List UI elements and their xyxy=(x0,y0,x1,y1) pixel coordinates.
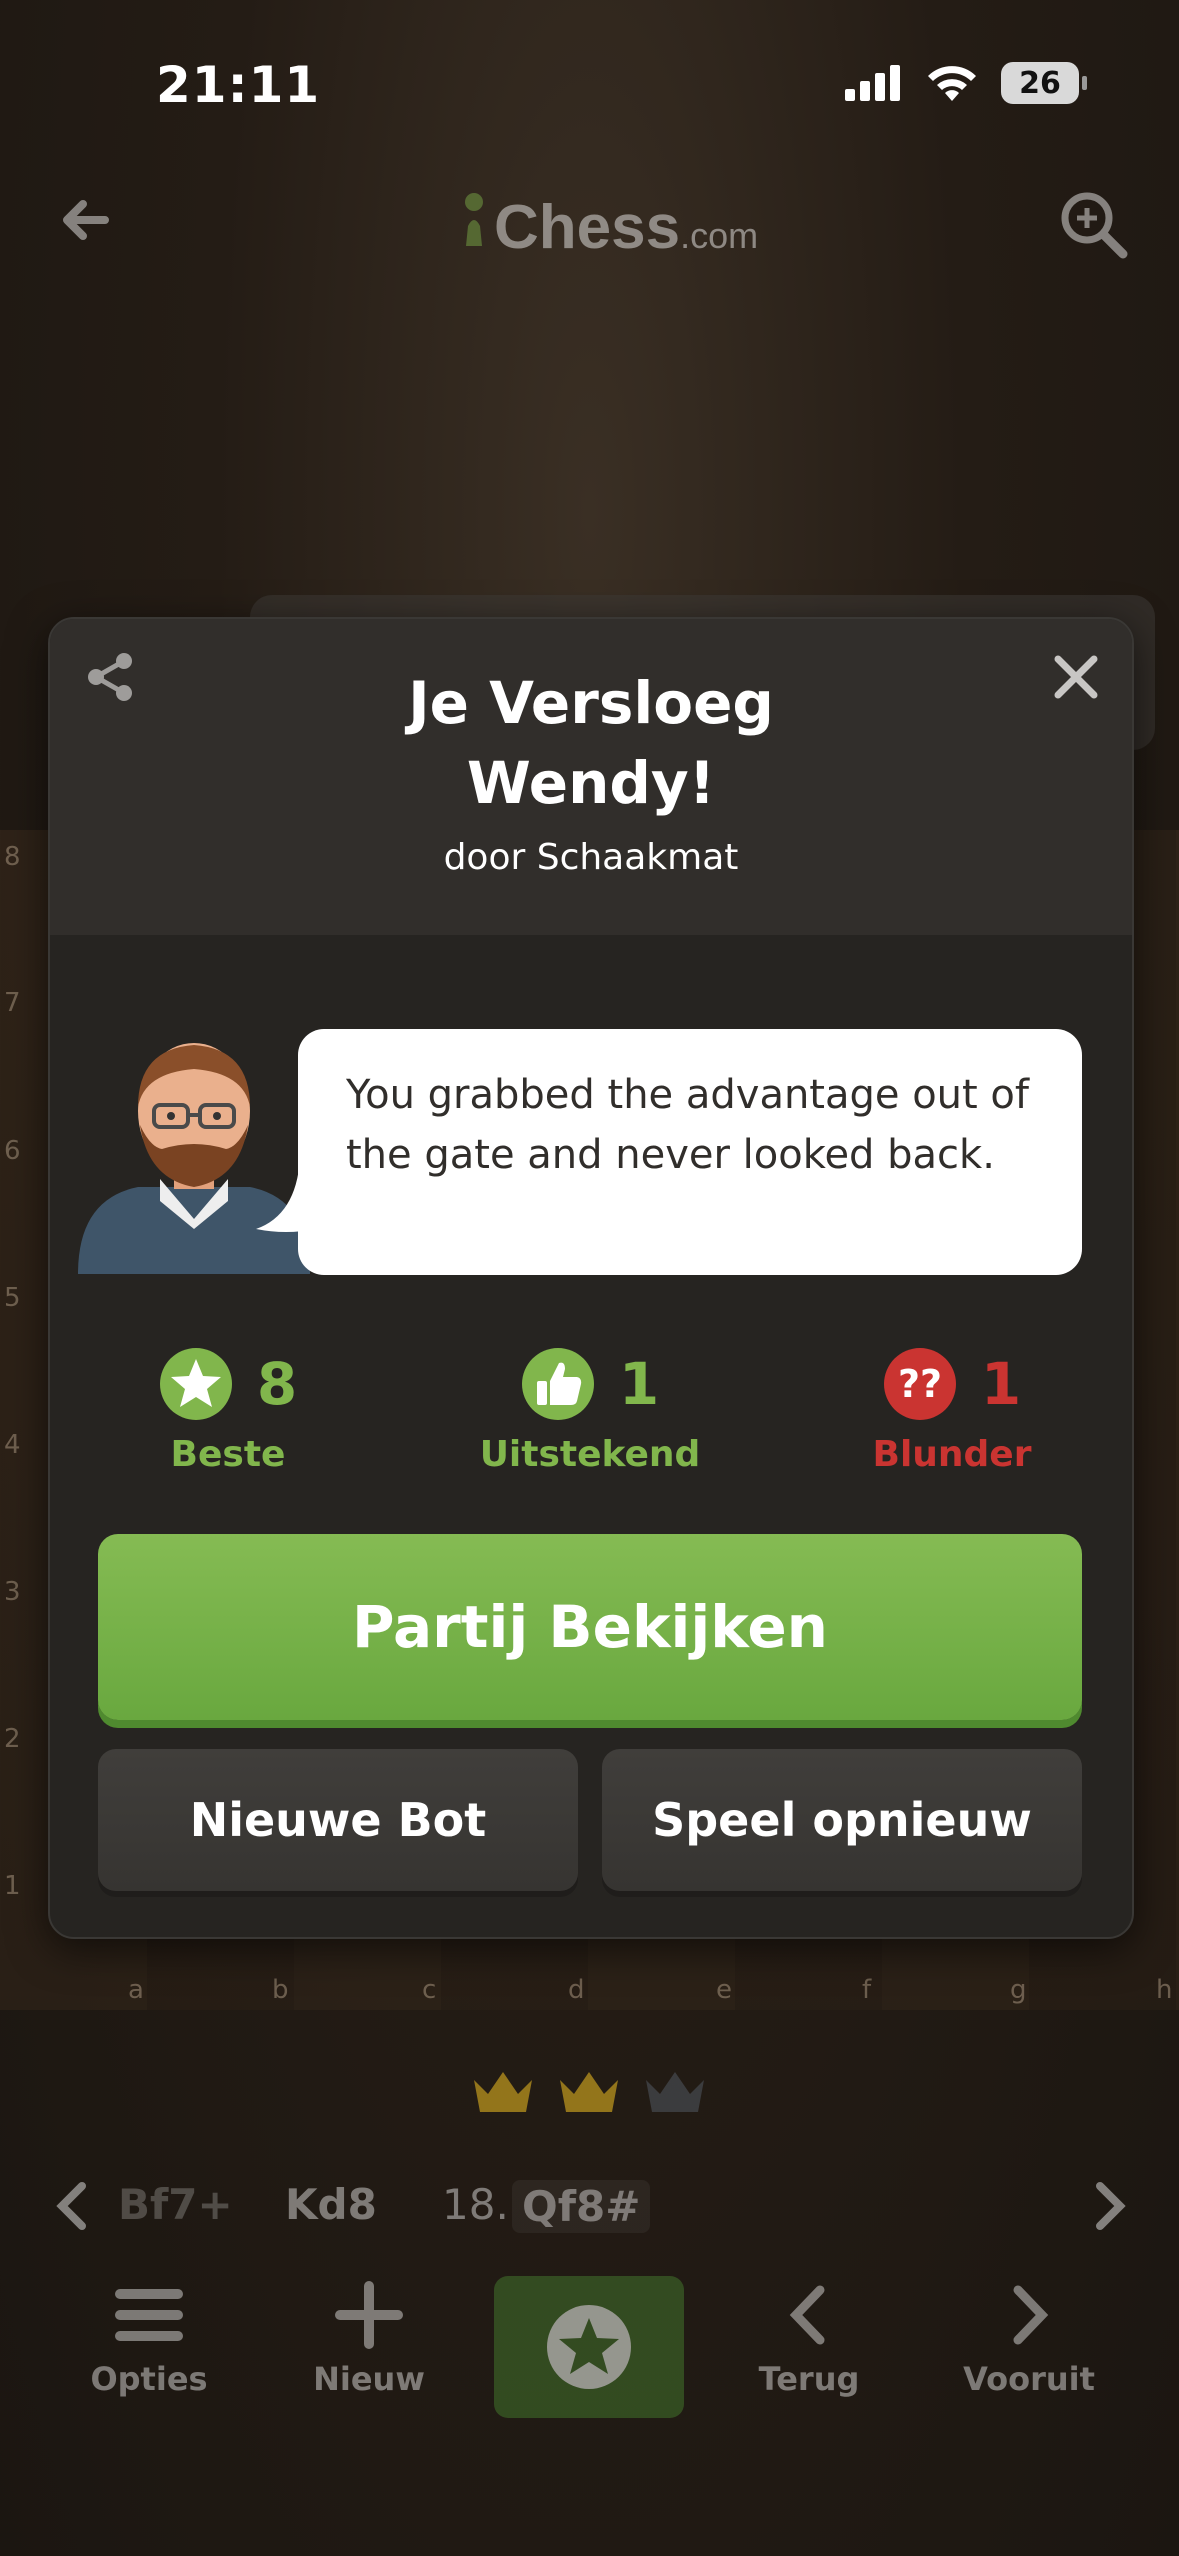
file-label: e xyxy=(716,1975,732,2005)
star-icon xyxy=(159,1348,232,1420)
stat-count: 1 xyxy=(618,1350,660,1418)
move-list: Bf7+ Kd8 18. Qf8# xyxy=(0,2160,1179,2250)
wifi-icon xyxy=(928,66,976,101)
file-label: c xyxy=(422,1975,437,2005)
stat-count: 8 xyxy=(256,1350,298,1418)
rank-label: 5 xyxy=(4,1283,21,1313)
bot-crowns xyxy=(470,2068,708,2116)
rank-label: 1 xyxy=(4,1871,21,1901)
stat-label: Blunder xyxy=(872,1434,1032,1475)
plus-icon xyxy=(335,2281,403,2349)
logo-main-text: Chess xyxy=(494,193,681,262)
coach-feedback: You grabbed the advantage out of the gat… xyxy=(50,1029,1132,1289)
nav-options[interactable]: Opties xyxy=(64,2280,234,2398)
logo-sub-text: .com xyxy=(680,215,759,256)
bottom-nav: Opties Nieuw Terug Vooruit xyxy=(0,2270,1179,2430)
crown-icon xyxy=(560,2072,618,2112)
move-number: 18. xyxy=(442,2180,509,2229)
rank-label: 4 xyxy=(4,1430,21,1460)
analysis-search-icon[interactable] xyxy=(1057,188,1129,260)
rank-label: 3 xyxy=(4,1577,21,1607)
crown-icon xyxy=(646,2072,704,2112)
back-arrow-icon[interactable] xyxy=(55,190,115,250)
review-game-button[interactable]: Partij Bekijken xyxy=(98,1534,1082,1720)
file-label: h xyxy=(1156,1975,1173,2005)
nav-label: Vooruit xyxy=(963,2360,1095,2398)
file-label: f xyxy=(862,1975,872,2005)
rank-label: 6 xyxy=(4,1136,21,1166)
cellular-signal-icon xyxy=(845,65,900,101)
stat-best: 8 Beste xyxy=(78,1344,378,1475)
rank-label: 7 xyxy=(4,988,21,1018)
rank-label: 8 xyxy=(4,842,21,872)
chevron-right-icon[interactable] xyxy=(1084,2178,1134,2234)
stat-count: 1 xyxy=(980,1350,1022,1418)
coach-speech-bubble: You grabbed the advantage out of the gat… xyxy=(298,1029,1082,1275)
nav-label: Terug xyxy=(758,2360,860,2398)
stat-excellent: 1 Uitstekend xyxy=(440,1344,740,1475)
file-labels: a b c d e f g h xyxy=(0,1975,1179,2015)
file-label: g xyxy=(1010,1975,1027,2005)
move-stats: 8 Beste 1 Uitstekend ?? 1 Blunder xyxy=(50,1344,1132,1484)
thumbs-up-icon xyxy=(521,1348,594,1420)
modal-subtitle: door Schaakmat xyxy=(443,837,739,878)
move-item[interactable]: Kd8 xyxy=(285,2180,377,2229)
move-item[interactable]: Bf7+ xyxy=(118,2180,233,2229)
chess-com-logo: Chess .com xyxy=(460,188,758,263)
nav-back[interactable]: Terug xyxy=(724,2280,894,2398)
stat-blunder: ?? 1 Blunder xyxy=(802,1344,1102,1475)
new-bot-button[interactable]: Nieuwe Bot xyxy=(98,1749,578,1891)
rank-label: 2 xyxy=(4,1724,21,1754)
battery-indicator: 26 xyxy=(1001,62,1087,104)
game-screen: 21:11 26 Chess .com 8 7 6 5 4 3 2 1 a b … xyxy=(0,0,1179,2556)
pawn-logo-icon xyxy=(465,193,483,246)
status-bar: 21:11 26 xyxy=(0,0,1179,140)
file-label: d xyxy=(568,1975,585,2005)
status-icons: 26 xyxy=(845,62,1087,104)
stat-label: Uitstekend xyxy=(479,1434,701,1475)
app-header: Chess .com xyxy=(0,170,1179,280)
double-question-icon: ?? xyxy=(883,1348,956,1420)
title-line: Wendy! xyxy=(466,749,716,817)
share-icon[interactable] xyxy=(82,649,138,705)
modal-header: Je Versloeg Wendy! door Schaakmat xyxy=(50,619,1132,935)
stat-label: Beste xyxy=(170,1434,286,1475)
status-time: 21:11 xyxy=(156,56,321,114)
crown-icon xyxy=(474,2072,532,2112)
file-label: b xyxy=(272,1975,289,2005)
hamburger-icon xyxy=(115,2289,183,2341)
nav-label: Nieuw xyxy=(313,2360,425,2398)
play-again-button[interactable]: Speel opnieuw xyxy=(602,1749,1082,1891)
current-move[interactable]: Qf8# xyxy=(512,2180,651,2233)
close-icon[interactable] xyxy=(1050,651,1102,703)
nav-label: Opties xyxy=(90,2360,208,2398)
star-icon xyxy=(547,2305,631,2389)
chevron-left-icon xyxy=(789,2285,825,2345)
chevron-right-icon xyxy=(1013,2285,1049,2345)
modal-title: Je Versloeg Wendy! xyxy=(190,663,992,823)
svg-text:??: ?? xyxy=(898,1362,942,1406)
nav-forward[interactable]: Vooruit xyxy=(944,2280,1114,2398)
chevron-left-icon[interactable] xyxy=(48,2178,98,2234)
nav-hint-button[interactable] xyxy=(494,2276,684,2418)
game-over-modal: Je Versloeg Wendy! door Schaakmat You gr… xyxy=(48,617,1134,1939)
nav-new[interactable]: Nieuw xyxy=(284,2280,454,2398)
title-line: Je Versloeg xyxy=(408,669,774,737)
file-label: a xyxy=(128,1975,144,2005)
